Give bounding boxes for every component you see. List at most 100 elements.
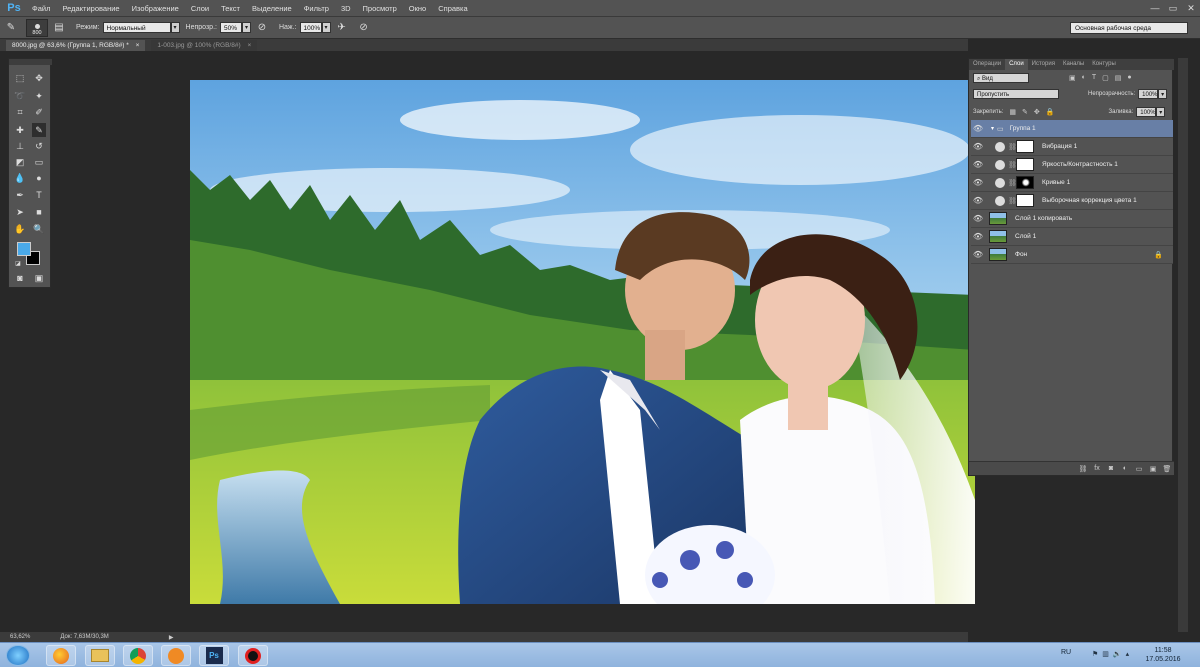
visibility-eye-icon[interactable]: 👁 bbox=[971, 160, 985, 169]
menu-view[interactable]: Просмотр bbox=[357, 0, 403, 17]
smart-filter-icon[interactable]: ▤ bbox=[1115, 74, 1122, 82]
foreground-color-swatch[interactable] bbox=[17, 242, 31, 256]
crop-icon[interactable]: ⌗ bbox=[13, 105, 27, 119]
fill-input[interactable]: 100% bbox=[1136, 106, 1157, 117]
photoshop-taskbar-icon[interactable]: Ps bbox=[199, 645, 229, 666]
tray-arrow-icon[interactable]: ▴ bbox=[1126, 650, 1130, 658]
chrome-icon[interactable] bbox=[123, 645, 153, 666]
tray-volume-icon[interactable]: 🔊 bbox=[1113, 650, 1122, 658]
brush-panel-icon[interactable]: ▤ bbox=[51, 20, 67, 36]
shape-filter-icon[interactable]: ▢ bbox=[1102, 74, 1109, 82]
flow-dropdown-icon[interactable]: ▾ bbox=[321, 22, 331, 33]
tab-layers[interactable]: Слои bbox=[1005, 59, 1028, 70]
link-icon[interactable]: ⛓ bbox=[1008, 143, 1017, 151]
fill-dropdown-icon[interactable]: ▾ bbox=[1156, 106, 1166, 117]
layer-row-layer1[interactable]: 👁 Слой 1 bbox=[971, 228, 1173, 246]
visibility-eye-icon[interactable]: 👁 bbox=[971, 232, 985, 241]
visibility-eye-icon[interactable]: 👁 bbox=[971, 124, 985, 133]
adjustment-filter-icon[interactable]: ◐ bbox=[1082, 74, 1086, 82]
expand-arrow-icon[interactable]: ▾ bbox=[991, 125, 994, 132]
rectangle-icon[interactable]: ■ bbox=[32, 205, 46, 219]
pen-icon[interactable]: ✒ bbox=[13, 188, 27, 202]
workspace-select[interactable]: Основная рабочая среда bbox=[1070, 22, 1188, 34]
visibility-eye-icon[interactable]: 👁 bbox=[971, 196, 985, 205]
doc-size[interactable]: Док: 7,63М/30,3М bbox=[60, 634, 108, 640]
visibility-eye-icon[interactable]: 👁 bbox=[971, 142, 985, 151]
mode-dropdown-icon[interactable]: ▾ bbox=[170, 22, 180, 33]
visibility-eye-icon[interactable]: 👁 bbox=[971, 178, 985, 187]
default-colors-icon[interactable]: ◪ bbox=[11, 257, 25, 271]
layer-row-selective-color[interactable]: 👁 ⛓ Выборочная коррекция цвета 1 bbox=[971, 192, 1173, 210]
clone-stamp-icon[interactable]: ⊥ bbox=[13, 139, 27, 153]
pressure-opacity-icon[interactable]: ⊘ bbox=[254, 20, 270, 36]
history-brush-icon[interactable]: ↺ bbox=[32, 139, 46, 153]
brush-tool-icon[interactable]: ✎ bbox=[3, 20, 19, 36]
menu-help[interactable]: Справка bbox=[432, 0, 473, 17]
new-adjustment-icon[interactable]: ◐ bbox=[1118, 465, 1132, 472]
menu-3d[interactable]: 3D bbox=[335, 0, 357, 17]
layer-row-brightness[interactable]: 👁 ⛓ Яркость/Контрастность 1 bbox=[971, 156, 1173, 174]
tab-8000[interactable]: 8000.jpg @ 63,6% (Группа 1, RGB/8#) * × bbox=[6, 40, 146, 51]
opacity-dropdown-icon[interactable]: ▾ bbox=[241, 22, 251, 33]
tab-close-icon[interactable]: × bbox=[247, 42, 251, 49]
path-selection-icon[interactable]: ➤ bbox=[13, 205, 27, 219]
maximize-button[interactable]: ▭ bbox=[1164, 0, 1182, 17]
pressure-size-icon[interactable]: ⊘ bbox=[356, 20, 372, 36]
layer-opacity-input[interactable]: 100% bbox=[1138, 88, 1159, 99]
dodge-icon[interactable]: ● bbox=[32, 171, 46, 185]
mode-select[interactable]: Нормальный bbox=[102, 22, 171, 33]
tab-paths[interactable]: Контуры bbox=[1088, 59, 1120, 70]
visibility-eye-icon[interactable]: 👁 bbox=[971, 250, 985, 259]
airbrush-icon[interactable]: ✈ bbox=[334, 20, 350, 36]
layer-mask-thumbnail[interactable] bbox=[1016, 140, 1034, 153]
zoom-level[interactable]: 63,62% bbox=[10, 634, 30, 640]
gradient-icon[interactable]: ▭ bbox=[32, 155, 46, 169]
move-icon[interactable]: ✥ bbox=[32, 71, 46, 85]
tray-network-icon[interactable]: ▥ bbox=[1102, 650, 1109, 658]
magic-wand-icon[interactable]: ✦ bbox=[32, 89, 46, 103]
pixel-filter-icon[interactable]: ▣ bbox=[1069, 74, 1076, 82]
type-filter-icon[interactable]: T bbox=[1092, 74, 1096, 82]
firefox-icon[interactable] bbox=[46, 645, 76, 666]
type-icon[interactable]: T bbox=[32, 188, 46, 202]
menu-edit[interactable]: Редактирование bbox=[56, 0, 125, 17]
lock-pixels-icon[interactable]: ✎ bbox=[1022, 108, 1028, 116]
clock[interactable]: 11:58 17.05.2016 bbox=[1143, 646, 1183, 664]
link-icon[interactable]: ⛓ bbox=[1008, 179, 1017, 187]
document-canvas[interactable] bbox=[190, 80, 975, 604]
layer-mask-thumbnail[interactable] bbox=[1016, 158, 1034, 171]
zoom-icon[interactable]: 🔍 bbox=[32, 222, 46, 236]
lock-position-icon[interactable]: ✥ bbox=[1034, 108, 1040, 116]
windows-start-icon[interactable] bbox=[6, 645, 30, 666]
filter-toggle-icon[interactable]: ● bbox=[1127, 74, 1131, 82]
tab-channels[interactable]: Каналы bbox=[1059, 59, 1088, 70]
opacity-dropdown-icon[interactable]: ▾ bbox=[1158, 88, 1168, 99]
link-icon[interactable]: ⛓ bbox=[1008, 161, 1017, 169]
tray-flag-icon[interactable]: ⚑ bbox=[1092, 650, 1098, 658]
link-layers-icon[interactable]: ⛓ bbox=[1076, 465, 1090, 473]
new-layer-icon[interactable]: ▣ bbox=[1146, 465, 1160, 473]
brush-preset-picker[interactable]: 800 bbox=[26, 18, 48, 37]
delete-layer-icon[interactable]: 🗑 bbox=[1160, 465, 1174, 473]
blur-icon[interactable]: 💧 bbox=[13, 171, 27, 185]
layer-mask-thumbnail[interactable] bbox=[1016, 176, 1034, 189]
blend-mode-select[interactable]: Пропустить bbox=[973, 88, 1059, 99]
minimize-button[interactable]: — bbox=[1146, 0, 1164, 17]
language-indicator[interactable]: RU bbox=[1061, 649, 1071, 656]
menu-window[interactable]: Окно bbox=[403, 0, 432, 17]
eraser-icon[interactable]: ◩ bbox=[13, 155, 27, 169]
brush-icon[interactable]: ✎ bbox=[32, 123, 46, 137]
filter-kind-select[interactable]: ⌕ Вид bbox=[973, 72, 1029, 83]
new-group-icon[interactable]: ▭ bbox=[1132, 465, 1146, 473]
lock-transparency-icon[interactable]: ▦ bbox=[1009, 108, 1016, 116]
marquee-icon[interactable]: ⬚ bbox=[13, 71, 27, 85]
tab-close-icon[interactable]: × bbox=[136, 42, 140, 49]
healing-brush-icon[interactable]: ✚ bbox=[13, 123, 27, 137]
layer-row-curves[interactable]: 👁 ⛓ Кривые 1 bbox=[971, 174, 1173, 192]
tab-1-003[interactable]: 1-003.jpg @ 100% (RGB/8#) × bbox=[151, 40, 258, 51]
layer-row-layer1-copy[interactable]: 👁 Слой 1 копировать bbox=[971, 210, 1173, 228]
lasso-icon[interactable]: ➰ bbox=[13, 89, 27, 103]
recorder-icon[interactable] bbox=[238, 645, 268, 666]
screen-mode-icon[interactable]: ▣ bbox=[32, 271, 46, 285]
menu-filter[interactable]: Фильтр bbox=[298, 0, 335, 17]
